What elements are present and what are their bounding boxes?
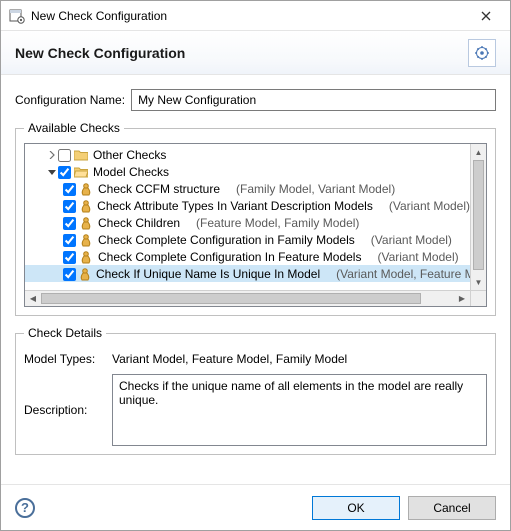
description-label: Description: bbox=[24, 403, 112, 417]
checkbox-item[interactable] bbox=[63, 266, 76, 280]
checkbox-other[interactable] bbox=[58, 147, 71, 161]
horizontal-scrollbar[interactable]: ◀ ▶ bbox=[25, 290, 470, 306]
tree-item-selected[interactable]: Check If Unique Name Is Unique In Model(… bbox=[25, 265, 470, 282]
check-item-icon bbox=[78, 233, 94, 247]
titlebar: New Check Configuration bbox=[1, 1, 510, 31]
available-checks-legend: Available Checks bbox=[24, 121, 124, 135]
chevron-right-icon[interactable] bbox=[45, 151, 58, 159]
check-item-icon bbox=[78, 267, 92, 281]
tree-item[interactable]: Check Complete Configuration in Family M… bbox=[25, 231, 470, 248]
ok-button[interactable]: OK bbox=[312, 496, 400, 520]
checkbox-item[interactable] bbox=[63, 249, 76, 263]
close-button[interactable] bbox=[466, 4, 506, 28]
checkbox-item[interactable] bbox=[63, 232, 76, 246]
chevron-down-icon[interactable] bbox=[45, 168, 58, 176]
page-title: New Check Configuration bbox=[15, 45, 468, 61]
tree-item-label: Check Children(Feature Model, Family Mod… bbox=[96, 216, 359, 230]
scroll-down-icon[interactable]: ▼ bbox=[471, 274, 486, 290]
window-title: New Check Configuration bbox=[31, 9, 466, 23]
check-item-icon bbox=[78, 199, 93, 213]
tree-item[interactable]: Check Complete Configuration In Feature … bbox=[25, 248, 470, 265]
tree-item-label: Check Attribute Types In Variant Descrip… bbox=[95, 199, 470, 213]
check-item-icon bbox=[78, 182, 94, 196]
checks-tree[interactable]: Other Checks Model Checks bbox=[24, 143, 487, 307]
cancel-button[interactable]: Cancel bbox=[408, 496, 496, 520]
folder-icon bbox=[73, 149, 89, 161]
checkbox-model[interactable] bbox=[58, 164, 71, 178]
header-band: New Check Configuration bbox=[1, 31, 510, 75]
description-text: Checks if the unique name of all element… bbox=[112, 374, 487, 446]
check-details-group: Check Details Model Types: Variant Model… bbox=[15, 326, 496, 455]
scroll-thumb[interactable] bbox=[473, 160, 484, 270]
checkbox-item[interactable] bbox=[63, 215, 76, 229]
checkbox-item[interactable] bbox=[63, 198, 76, 212]
scroll-up-icon[interactable]: ▲ bbox=[471, 144, 486, 160]
folder-open-icon bbox=[73, 166, 89, 178]
config-name-row: Configuration Name: bbox=[15, 89, 496, 111]
vertical-scrollbar[interactable]: ▲ ▼ bbox=[470, 144, 486, 290]
check-item-icon bbox=[78, 250, 94, 264]
tree-node-other-checks[interactable]: Other Checks bbox=[25, 146, 470, 163]
config-icon bbox=[468, 39, 496, 67]
scroll-corner bbox=[470, 290, 486, 306]
config-name-input[interactable] bbox=[131, 89, 496, 111]
checkbox-item[interactable] bbox=[63, 181, 76, 195]
dialog-body: Configuration Name: Available Checks bbox=[1, 75, 510, 484]
button-bar: ? OK Cancel bbox=[1, 484, 510, 530]
tree-item[interactable]: Check CCFM structure(Family Model, Varia… bbox=[25, 180, 470, 197]
available-checks-group: Available Checks Other Checks bbox=[15, 121, 496, 316]
check-details-legend: Check Details bbox=[24, 326, 106, 340]
scroll-thumb[interactable] bbox=[41, 293, 421, 304]
tree-node-model-checks[interactable]: Model Checks bbox=[25, 163, 470, 180]
tree-item-label: Check If Unique Name Is Unique In Model(… bbox=[94, 267, 470, 281]
dialog-window: New Check Configuration New Check Config… bbox=[0, 0, 511, 531]
tree-label: Model Checks bbox=[91, 165, 169, 179]
tree-label: Other Checks bbox=[91, 148, 166, 162]
tree-item[interactable]: Check Children(Feature Model, Family Mod… bbox=[25, 214, 470, 231]
model-types-value: Variant Model, Feature Model, Family Mod… bbox=[112, 352, 487, 366]
scroll-left-icon[interactable]: ◀ bbox=[25, 291, 41, 306]
scroll-right-icon[interactable]: ▶ bbox=[454, 291, 470, 306]
tree-item-label: Check CCFM structure(Family Model, Varia… bbox=[96, 182, 395, 196]
dialog-icon bbox=[9, 8, 25, 24]
model-types-label: Model Types: bbox=[24, 352, 112, 366]
help-button[interactable]: ? bbox=[15, 498, 35, 518]
check-item-icon bbox=[78, 216, 94, 230]
tree-item[interactable]: Check Attribute Types In Variant Descrip… bbox=[25, 197, 470, 214]
tree-item-label: Check Complete Configuration in Family M… bbox=[96, 233, 452, 247]
tree-item-label: Check Complete Configuration In Feature … bbox=[96, 250, 459, 264]
config-name-label: Configuration Name: bbox=[15, 93, 125, 107]
